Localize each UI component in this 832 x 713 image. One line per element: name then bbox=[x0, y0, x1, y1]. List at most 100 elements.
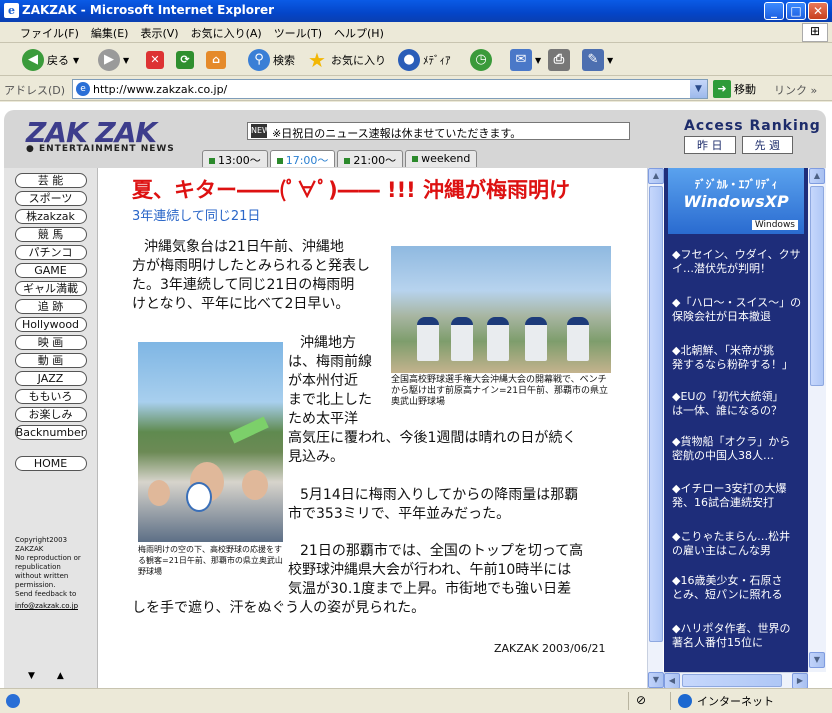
search-label: 検索 bbox=[273, 54, 295, 67]
mail-icon: ✉ bbox=[510, 49, 532, 71]
nav-backnumber[interactable]: Backnumber bbox=[14, 425, 87, 440]
scroll-right-arrow-icon[interactable]: ▶ bbox=[792, 673, 808, 688]
stop-button[interactable]: ✕ bbox=[146, 48, 167, 72]
ranking-item[interactable]: ◆ハリポタ作者、世界の 著名人番付15位に bbox=[672, 622, 804, 650]
menu-file[interactable]: ファイル(F) bbox=[14, 22, 85, 44]
text-line: が本州付近 bbox=[288, 373, 358, 389]
forward-button[interactable]: ▶ ▼ bbox=[98, 48, 129, 72]
go-button[interactable]: ➜ 移動 bbox=[713, 80, 756, 98]
favorites-button[interactable]: ★ お気に入り bbox=[306, 48, 386, 72]
tab-1700[interactable]: 17:00〜 bbox=[269, 150, 336, 167]
tab-marker-icon bbox=[276, 158, 283, 164]
mail-button[interactable]: ✉ ▼ bbox=[510, 48, 541, 72]
back-dropdown-icon[interactable]: ▼ bbox=[73, 56, 79, 65]
ie-app-icon: e bbox=[4, 3, 19, 18]
nav-arrows: ▼▲ bbox=[28, 671, 86, 681]
favorites-label: お気に入り bbox=[331, 54, 386, 67]
nav-pachinko[interactable]: パチンコ bbox=[14, 245, 87, 260]
text-line: けとなり、平年に比べて2日早い。 bbox=[132, 296, 350, 312]
menu-favorites[interactable]: お気に入り(A) bbox=[185, 22, 268, 44]
tab-weekend[interactable]: weekend bbox=[405, 150, 478, 167]
refresh-button[interactable]: ⟳ bbox=[176, 48, 197, 72]
ranking-item[interactable]: ◆フセイン、ウダイ、クサ イ…潜伏先が判明！ bbox=[672, 248, 804, 276]
maximize-button[interactable]: □ bbox=[786, 2, 806, 20]
edit-button[interactable]: ✎ ▼ bbox=[582, 48, 613, 72]
nav-gals[interactable]: ギャル満載 bbox=[14, 281, 87, 296]
site-logo-subtitle: ● ENTERTAINMENT NEWS bbox=[26, 144, 175, 154]
text-line: は、梅雨前線 bbox=[288, 354, 372, 370]
nav-sports[interactable]: スポーツ bbox=[14, 191, 87, 206]
ranking-item[interactable]: ◆16歳美少女・石原さ とみ、短パンに照れる bbox=[672, 574, 804, 602]
nav-home[interactable]: HOME bbox=[14, 456, 87, 471]
ranking-tab-yesterday[interactable]: 昨 日 bbox=[684, 136, 736, 154]
ranking-item[interactable]: ◆イチロー3安打の大爆 発、16試合連続安打 bbox=[672, 482, 804, 510]
links-button[interactable]: リンク » bbox=[774, 82, 817, 98]
nav-fun[interactable]: お楽しみ bbox=[14, 407, 87, 422]
history-button[interactable]: ◷ bbox=[470, 48, 495, 72]
print-button[interactable]: ⎙ bbox=[548, 48, 573, 72]
nav-horse-racing[interactable]: 競 馬 bbox=[14, 227, 87, 242]
paragraph-3: 5月14日に梅雨入りしてからの降雨量は那覇 市で353ミリで、平年並みだった。 bbox=[288, 486, 578, 524]
ad-line-2: WindowsXP bbox=[683, 192, 789, 211]
back-button[interactable]: ◀ 戻る ▼ bbox=[22, 48, 79, 72]
menu-edit[interactable]: 編集(E) bbox=[85, 22, 135, 44]
address-dropdown-icon[interactable]: ▼ bbox=[690, 80, 707, 98]
page-scroll-thumb[interactable] bbox=[810, 186, 824, 386]
ranking-item[interactable]: ◆貨物船「オクラ」から 密航の中国人38人… bbox=[672, 435, 804, 463]
tab-1300[interactable]: 13:00〜 bbox=[202, 150, 268, 167]
page-scrollbar[interactable]: ▲ ▼ bbox=[808, 168, 826, 672]
scroll-up-icon[interactable]: ▲ bbox=[57, 671, 86, 681]
nav-movies[interactable]: 映 画 bbox=[14, 335, 87, 350]
hscroll-thumb[interactable] bbox=[682, 674, 782, 687]
nav-stocks[interactable]: 株zakzak bbox=[14, 209, 87, 224]
scroll-down-icon[interactable]: ▼ bbox=[28, 671, 57, 681]
nav-jazz[interactable]: JAZZ bbox=[14, 371, 87, 386]
minimize-button[interactable]: _ bbox=[764, 2, 784, 20]
nav-momoiro[interactable]: ももいろ bbox=[14, 389, 87, 404]
privacy-icon[interactable]: ⊘ bbox=[636, 693, 646, 707]
close-button[interactable]: ✕ bbox=[808, 2, 828, 20]
menu-view[interactable]: 表示(V) bbox=[134, 22, 184, 44]
ranking-item[interactable]: ◆北朝鮮、「米帝が挑 発するなら粉砕する！」 bbox=[672, 344, 804, 372]
search-button[interactable]: ⚲ 検索 bbox=[248, 48, 295, 72]
scroll-up-arrow-icon[interactable]: ▲ bbox=[648, 168, 664, 184]
go-arrow-icon: ➜ bbox=[713, 80, 731, 98]
print-icon: ⎙ bbox=[548, 49, 570, 71]
scroll-thumb[interactable] bbox=[649, 186, 663, 642]
mail-dropdown-icon[interactable]: ▼ bbox=[535, 56, 541, 65]
nav-entertainment[interactable]: 芸 能 bbox=[14, 173, 87, 188]
nav-tracking[interactable]: 追 跡 bbox=[14, 299, 87, 314]
feedback-email-link[interactable]: info@zakzak.co.jp bbox=[15, 602, 99, 611]
toolbar: ◀ 戻る ▼ ▶ ▼ ✕ ⟳ ⌂ ⚲ 検索 ★ お気に入り ● ﾒﾃﾞｨｱ ◷ … bbox=[0, 44, 832, 76]
ranking-tab-lastweek[interactable]: 先 週 bbox=[741, 136, 793, 154]
nav-game[interactable]: GAME bbox=[14, 263, 87, 278]
media-button[interactable]: ● ﾒﾃﾞｨｱ bbox=[398, 48, 451, 72]
uchiwa-fan bbox=[186, 482, 212, 512]
ranking-item[interactable]: ◆「ハロ〜・スイス〜」の 保険会社が日本撤退 bbox=[672, 296, 804, 324]
copyright-notice: Copyright2003 ZAKZAK No reproduction or … bbox=[15, 536, 99, 611]
page-scroll-down-icon[interactable]: ▼ bbox=[809, 652, 825, 668]
time-tabs: 13:00〜 17:00〜 21:00〜 weekend bbox=[202, 150, 479, 167]
ranking-text: 発、16試合連続安打 bbox=[672, 496, 774, 509]
address-input[interactable]: e http://www.zakzak.co.jp/ ▼ bbox=[72, 79, 708, 99]
menu-tools[interactable]: ツール(T) bbox=[268, 22, 328, 44]
scroll-left-arrow-icon[interactable]: ◀ bbox=[664, 673, 680, 688]
ranking-text: イ…潜伏先が判明！ bbox=[672, 262, 771, 275]
windows-xp-ad[interactable]: ﾃﾞｼﾞｶﾙ・ｴﾌﾞﾘﾃﾞｨ WindowsXP Windows bbox=[668, 168, 804, 234]
zone-label: インターネット bbox=[697, 695, 774, 708]
article-scrollbar[interactable]: ▲ ▼ bbox=[647, 168, 664, 688]
forward-dropdown-icon[interactable]: ▼ bbox=[123, 56, 129, 65]
nav-hollywood[interactable]: Hollywood bbox=[14, 317, 87, 332]
back-label: 戻る bbox=[47, 54, 69, 67]
page-scroll-up-icon[interactable]: ▲ bbox=[809, 168, 825, 184]
ranking-item[interactable]: ◆こりゃたまらん…松井 の雇い主はこんな男 bbox=[672, 530, 804, 558]
tab-2100[interactable]: 21:00〜 bbox=[337, 150, 404, 167]
home-button[interactable]: ⌂ bbox=[206, 48, 229, 72]
nav-video[interactable]: 動 画 bbox=[14, 353, 87, 368]
edit-dropdown-icon[interactable]: ▼ bbox=[607, 56, 613, 65]
menu-help[interactable]: ヘルプ(H) bbox=[328, 22, 390, 44]
ranking-horizontal-scrollbar[interactable]: ◀ ▶ bbox=[664, 672, 808, 688]
ranking-item[interactable]: ◆EUの「初代大統領」 は一体、誰になるの？ bbox=[672, 390, 804, 418]
address-label: アドレス(D) bbox=[4, 84, 66, 97]
scroll-down-arrow-icon[interactable]: ▼ bbox=[648, 672, 664, 688]
